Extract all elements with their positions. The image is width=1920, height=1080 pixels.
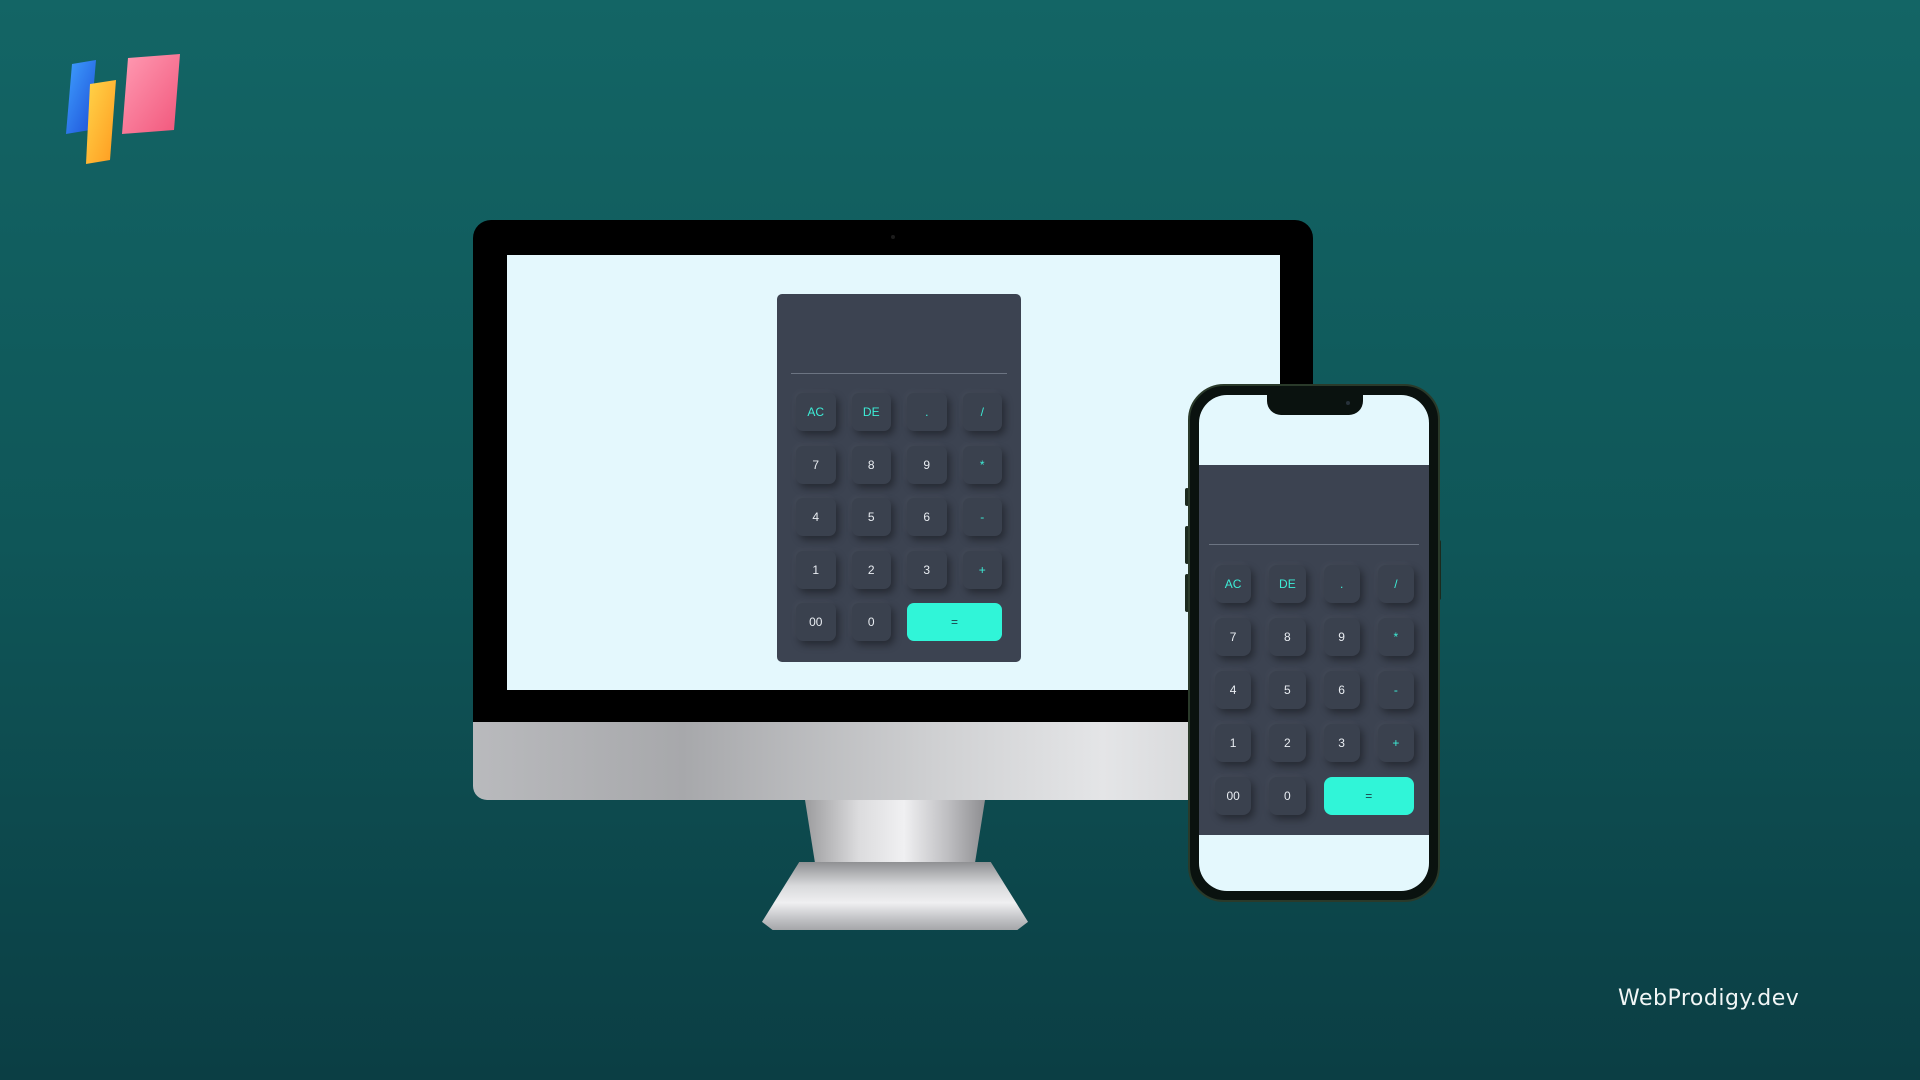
digit-3-button[interactable]: 3 <box>1323 724 1360 762</box>
calculator-display <box>791 294 1007 374</box>
phone-camera <box>1346 401 1350 405</box>
double-zero-button[interactable]: 00 <box>796 603 836 641</box>
digit-3-button[interactable]: 3 <box>907 550 947 589</box>
decimal-button[interactable]: . <box>907 393 947 431</box>
digit-2-button[interactable]: 2 <box>1269 724 1306 762</box>
digit-0-button[interactable]: 0 <box>851 603 891 641</box>
calculator-display <box>1209 465 1419 545</box>
digit-4-button[interactable]: 4 <box>796 498 836 536</box>
phone-notch <box>1267 395 1363 415</box>
digit-7-button[interactable]: 7 <box>1215 618 1252 656</box>
divide-button[interactable]: / <box>1377 565 1414 603</box>
decimal-button[interactable]: . <box>1323 565 1360 603</box>
monitor-screen: AC DE./7 8 9 * 4 5 6-1 2 3 +00 0 = <box>507 255 1280 690</box>
digit-8-button[interactable]: 8 <box>851 445 891 484</box>
digit-6-button[interactable]: 6 <box>1323 671 1360 709</box>
clear-all-button[interactable]: AC <box>796 393 836 431</box>
digit-1-button[interactable]: 1 <box>1215 724 1252 762</box>
subtract-button[interactable]: - <box>962 498 1002 536</box>
digit-4-button[interactable]: 4 <box>1215 671 1252 709</box>
monitor-stand-base <box>762 862 1028 930</box>
delete-button[interactable]: DE <box>851 393 891 431</box>
add-button[interactable]: + <box>962 550 1002 589</box>
digit-2-button[interactable]: 2 <box>851 550 891 589</box>
subtract-button[interactable]: - <box>1377 671 1414 709</box>
digit-6-button[interactable]: 6 <box>907 498 947 536</box>
double-zero-button[interactable]: 00 <box>1215 777 1252 815</box>
monitor-camera <box>891 235 895 239</box>
phone-screen: AC DE./7 8 9 * 4 5 6-1 2 3 +00 0 = <box>1199 395 1429 891</box>
digit-9-button[interactable]: 9 <box>1323 618 1360 656</box>
multiply-button[interactable]: * <box>962 445 1002 484</box>
logo-icon <box>66 54 180 164</box>
digit-5-button[interactable]: 5 <box>851 498 891 536</box>
mobile-calculator: AC DE./7 8 9 * 4 5 6-1 2 3 +00 0 = <box>1199 465 1429 835</box>
digit-8-button[interactable]: 8 <box>1269 618 1306 656</box>
equals-button[interactable]: = <box>907 603 1002 641</box>
monitor-chin <box>473 722 1313 800</box>
calculator-keypad: AC DE./7 8 9 * 4 5 6-1 2 3 +00 0 = <box>796 393 1002 641</box>
digit-0-button[interactable]: 0 <box>1269 777 1306 815</box>
digit-9-button[interactable]: 9 <box>907 445 947 484</box>
equals-button[interactable]: = <box>1323 777 1414 815</box>
monitor-stand-neck <box>805 800 985 868</box>
add-button[interactable]: + <box>1377 724 1414 762</box>
digit-1-button[interactable]: 1 <box>796 550 836 589</box>
divide-button[interactable]: / <box>962 393 1002 431</box>
multiply-button[interactable]: * <box>1377 618 1414 656</box>
clear-all-button[interactable]: AC <box>1215 565 1252 603</box>
delete-button[interactable]: DE <box>1269 565 1306 603</box>
calculator-keypad: AC DE./7 8 9 * 4 5 6-1 2 3 +00 0 = <box>1215 565 1414 815</box>
watermark: WebProdigy.dev <box>1618 986 1800 1011</box>
digit-7-button[interactable]: 7 <box>796 445 836 484</box>
digit-5-button[interactable]: 5 <box>1269 671 1306 709</box>
desktop-calculator: AC DE./7 8 9 * 4 5 6-1 2 3 +00 0 = <box>777 294 1021 662</box>
